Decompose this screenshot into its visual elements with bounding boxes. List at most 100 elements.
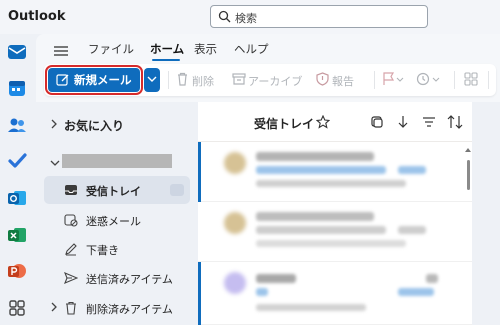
delete-button[interactable]: 削除 [176,72,226,88]
calendar-app-icon[interactable] [6,77,28,99]
message-item[interactable] [198,262,472,325]
ribbon: ファイル ホーム 表示 ヘルプ 新規メール 削除 アーカイブ 報告 [36,34,500,102]
account-name-redacted[interactable] [62,154,172,168]
unread-indicator [198,142,201,202]
report-label: 報告 [332,75,354,88]
mail-app-icon[interactable] [6,41,28,63]
compose-icon [56,74,69,86]
select-icon[interactable] [370,115,384,129]
folder-pane: お気に入り 受信トレイ 迷惑メール 下書き 送信済みアイテム 削除済みアイテム [36,102,196,325]
archive-icon [232,73,246,85]
message-preview-blurred [256,240,406,247]
avatar [224,212,246,234]
outlook-app-icon[interactable] [6,187,28,209]
filter-icon[interactable] [422,115,436,129]
apps-button[interactable] [464,72,480,88]
unread-count-badge [170,184,184,196]
message-item[interactable] [198,142,472,202]
tab-help[interactable]: ヘルプ [234,41,269,57]
title-bar: Outlook 検索 [0,0,500,34]
reading-pane-edge [472,102,500,325]
chevron-down-icon[interactable] [50,159,60,167]
message-icon-blurred [426,274,438,283]
snooze-button[interactable] [416,72,446,88]
send-icon [64,271,78,285]
folder-label: 送信済みアイテム [86,273,173,286]
search-box[interactable]: 検索 [210,5,428,28]
toolbar-divider [168,71,169,89]
delete-label: 削除 [192,75,214,88]
excel-app-icon[interactable] [6,224,28,246]
arrow-down-icon[interactable] [397,115,409,129]
app-title: Outlook [8,9,66,24]
folder-sent[interactable]: 送信済みアイテム [44,264,190,292]
new-mail-dropdown[interactable] [144,68,160,92]
toolbar-divider [374,71,375,89]
message-time-blurred [398,226,426,234]
toolbar-divider [454,71,455,89]
folder-drafts[interactable]: 下書き [44,235,190,263]
grid-icon [464,72,478,86]
chevron-right-icon[interactable] [50,302,58,312]
toolbar-divider [488,71,489,89]
inbox-icon [65,185,77,195]
sort-icon[interactable] [447,115,463,129]
trash-icon [66,301,76,315]
scroll-thumb[interactable] [467,160,470,190]
favorites-label: お気に入り [64,119,125,133]
new-mail-button[interactable]: 新規メール [45,65,143,95]
archive-button[interactable]: アーカイブ [232,72,310,88]
report-button[interactable]: 報告 [316,72,366,88]
more-apps-icon[interactable] [6,297,28,319]
archive-label: アーカイブ [248,75,303,88]
message-sender-blurred [256,212,374,221]
tab-file[interactable]: ファイル [88,41,134,57]
flag-button[interactable] [382,72,408,88]
folder-inbox[interactable]: 受信トレイ [44,176,190,204]
folder-label: 削除済みアイテム [86,303,173,316]
new-mail-label: 新規メール [74,73,132,87]
clock-icon [416,72,440,86]
search-placeholder: 検索 [235,12,257,25]
scroll-up-arrow[interactable] [465,148,471,152]
shield-icon [316,72,329,86]
message-preview-blurred [256,180,406,187]
hamburger-menu-icon[interactable] [54,45,68,57]
message-item[interactable] [198,202,472,262]
avatar [224,152,246,174]
folder-label: 迷惑メール [86,215,141,228]
message-sender-blurred [256,152,374,161]
junk-icon [64,214,78,227]
drafts-icon [65,243,77,256]
message-subject-blurred [256,226,386,234]
tab-home[interactable]: ホーム [150,41,184,57]
folder-junk[interactable]: 迷惑メール [44,206,190,234]
folder-label: 下書き [86,244,119,257]
message-sender-blurred [256,274,296,283]
chevron-down-icon [147,76,157,82]
avatar [224,272,246,294]
message-time-blurred [398,288,434,296]
active-tab-indicator [152,59,180,61]
flag-icon [383,72,404,85]
trash-icon [178,72,187,86]
ribbon-toolbar: 新規メール 削除 アーカイブ 報告 [44,64,496,96]
todo-app-icon[interactable] [6,150,28,172]
message-preview-blurred [256,304,366,311]
unread-indicator [198,262,201,325]
people-app-icon[interactable] [6,114,28,136]
message-list-title: 受信トレイ [254,117,315,131]
chevron-right-icon [51,119,57,129]
powerpoint-app-icon[interactable] [6,260,28,282]
message-subject-blurred [256,166,386,174]
message-list-scrollbar[interactable] [463,146,472,325]
message-list: 受信トレイ [198,102,472,325]
folder-label: 受信トレイ [86,185,141,198]
message-time-blurred [398,166,426,174]
app-rail [0,34,36,325]
folder-deleted[interactable]: 削除済みアイテム [44,294,190,322]
message-list-header: 受信トレイ [198,102,472,142]
search-icon [218,10,231,23]
tab-view[interactable]: 表示 [194,41,217,57]
star-icon[interactable] [316,115,330,129]
